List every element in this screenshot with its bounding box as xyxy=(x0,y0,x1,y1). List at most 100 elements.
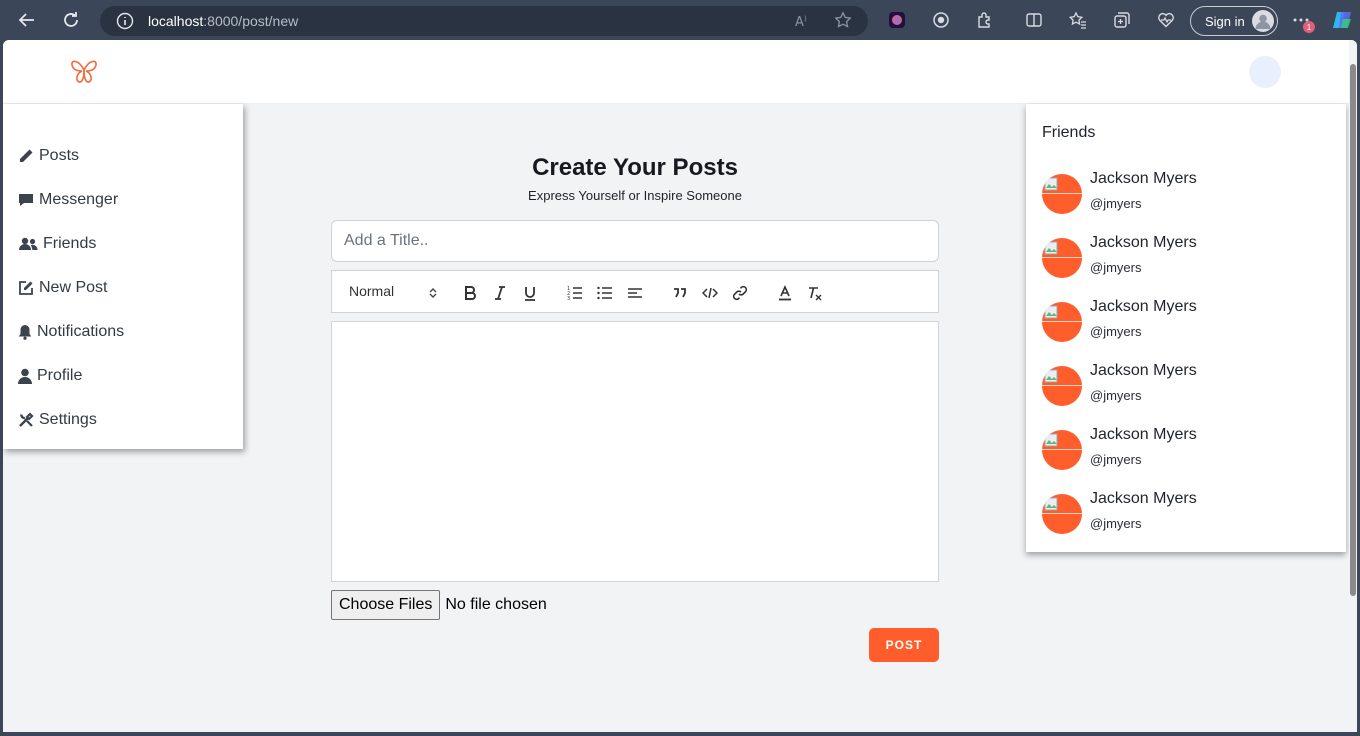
sidebar-item-label: Profile xyxy=(37,367,83,384)
broken-image-icon xyxy=(1044,369,1058,383)
page-viewport: Create Your Posts Express Yourself or In… xyxy=(3,40,1357,732)
friend-item[interactable]: Jackson Myers @jmyers xyxy=(1042,362,1332,418)
read-aloud-icon[interactable]: A) xyxy=(794,12,812,35)
top-navbar xyxy=(3,40,1357,104)
broken-image-icon xyxy=(1044,241,1058,255)
broken-image-icon xyxy=(1044,177,1058,191)
extensions-puzzle-icon[interactable] xyxy=(973,8,997,32)
ordered-list-icon[interactable]: 123 xyxy=(565,283,585,303)
tools-icon xyxy=(19,412,34,427)
friend-username: @jmyers xyxy=(1090,196,1142,211)
favorite-star-icon[interactable] xyxy=(834,11,852,34)
friend-item[interactable]: Jackson Myers @jmyers xyxy=(1042,170,1332,226)
copilot-icon[interactable] xyxy=(1330,8,1354,32)
sidebar-item-label: Friends xyxy=(43,235,97,252)
bold-icon[interactable] xyxy=(460,283,480,303)
extension-colorful-icon[interactable] xyxy=(885,8,909,32)
sidebar-item-label: Posts xyxy=(39,147,80,164)
back-icon[interactable] xyxy=(15,8,39,32)
heading-select[interactable]: Normal xyxy=(349,283,437,303)
browser-toolbar: localhost:8000/post/new A) Sign in 1 xyxy=(0,0,1360,40)
address-bar[interactable]: localhost:8000/post/new A) xyxy=(100,6,868,36)
code-block-icon[interactable] xyxy=(700,283,720,303)
sidebar-item-label: Messenger xyxy=(39,191,119,208)
sidebar-item-posts[interactable]: Posts xyxy=(18,144,79,168)
friend-avatar xyxy=(1042,174,1082,214)
friends-heading: Friends xyxy=(1042,124,1096,141)
post-title-input[interactable] xyxy=(331,220,939,262)
friend-avatar xyxy=(1042,494,1082,534)
users-icon xyxy=(19,237,38,250)
reload-icon[interactable] xyxy=(59,8,83,32)
user-avatar[interactable] xyxy=(1249,56,1281,88)
broken-image-icon xyxy=(1044,433,1058,447)
svg-text:A: A xyxy=(795,15,804,30)
heading-select-value: Normal xyxy=(349,283,395,299)
sidebar-item-profile[interactable]: Profile xyxy=(18,364,82,388)
sidebar-item-messenger[interactable]: Messenger xyxy=(18,188,118,212)
text-color-icon[interactable] xyxy=(775,283,795,303)
link-icon[interactable] xyxy=(730,283,750,303)
extension-target-icon[interactable] xyxy=(929,8,953,32)
butterfly-logo-icon[interactable] xyxy=(69,58,99,91)
favorites-icon[interactable] xyxy=(1066,8,1090,32)
friend-name: Jackson Myers xyxy=(1090,362,1197,379)
friend-name: Jackson Myers xyxy=(1090,234,1197,251)
scrollbar-thumb[interactable] xyxy=(1350,64,1356,596)
sidebar-item-label: Settings xyxy=(39,411,97,428)
friend-username: @jmyers xyxy=(1090,516,1142,531)
collections-icon[interactable] xyxy=(1110,8,1134,32)
friend-name: Jackson Myers xyxy=(1090,170,1197,187)
friend-item[interactable]: Jackson Myers @jmyers xyxy=(1042,426,1332,482)
bullet-list-icon[interactable] xyxy=(595,283,615,303)
clear-format-icon[interactable] xyxy=(805,283,825,303)
friend-item[interactable]: Jackson Myers @jmyers xyxy=(1042,490,1332,546)
sidebar-item-settings[interactable]: Settings xyxy=(18,408,97,432)
site-info-icon[interactable] xyxy=(116,12,134,35)
select-arrows-icon xyxy=(429,288,437,298)
friend-avatar xyxy=(1042,238,1082,278)
post-body-editor[interactable] xyxy=(331,321,939,582)
friend-avatar xyxy=(1042,302,1082,342)
sidebar-item-label: Notifications xyxy=(37,323,125,340)
friend-username: @jmyers xyxy=(1090,260,1142,275)
broken-image-icon xyxy=(1044,305,1058,319)
pencil-icon xyxy=(20,149,33,162)
choose-files-button[interactable]: Choose Files xyxy=(331,590,441,620)
svg-text:3: 3 xyxy=(567,296,570,301)
file-upload: Choose Files No file chosen xyxy=(331,590,547,620)
sidebar-item-friends[interactable]: Friends xyxy=(18,232,96,256)
split-screen-icon[interactable] xyxy=(1022,8,1046,32)
friend-avatar xyxy=(1042,366,1082,406)
friend-item[interactable]: Jackson Myers @jmyers xyxy=(1042,234,1332,290)
friend-item[interactable]: Jackson Myers @jmyers xyxy=(1042,298,1332,354)
page-subtitle: Express Yourself or Inspire Someone xyxy=(528,188,742,203)
friend-username: @jmyers xyxy=(1090,388,1142,403)
friend-name: Jackson Myers xyxy=(1090,426,1197,443)
url-host: localhost xyxy=(148,13,204,29)
friend-username: @jmyers xyxy=(1090,324,1142,339)
sidebar-item-new-post[interactable]: New Post xyxy=(18,276,107,300)
user-icon xyxy=(18,368,32,384)
friend-name: Jackson Myers xyxy=(1090,298,1197,315)
blockquote-icon[interactable] xyxy=(670,283,690,303)
chat-icon xyxy=(19,194,33,206)
post-button[interactable]: POST xyxy=(869,628,939,662)
underline-icon[interactable] xyxy=(520,283,540,303)
friends-panel: Friends Jackson Myers @jmyers Jackson My… xyxy=(1026,104,1346,552)
sidebar: Posts Messenger Friends New Post Notific… xyxy=(3,104,243,449)
sidebar-item-notifications[interactable]: Notifications xyxy=(18,320,124,344)
friend-username: @jmyers xyxy=(1090,452,1142,467)
friend-name: Jackson Myers xyxy=(1090,490,1197,507)
browser-essentials-icon[interactable] xyxy=(1154,8,1178,32)
sidebar-item-label: New Post xyxy=(39,279,108,296)
bell-icon xyxy=(18,325,32,340)
edit-icon xyxy=(19,281,33,295)
page-scrollbar[interactable] xyxy=(1349,40,1357,732)
page-title: Create Your Posts xyxy=(532,154,738,181)
align-icon[interactable] xyxy=(625,283,645,303)
sign-in-button[interactable]: Sign in xyxy=(1190,6,1278,36)
svg-text:): ) xyxy=(804,15,807,23)
notification-badge: 1 xyxy=(1303,21,1315,33)
italic-icon[interactable] xyxy=(490,283,510,303)
